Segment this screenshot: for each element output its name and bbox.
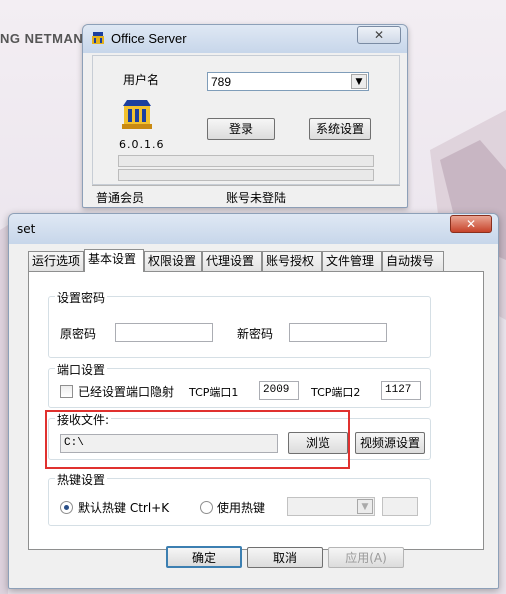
login-button[interactable]: 登录 [207, 118, 275, 140]
default-hotkey-label: 默认热键 Ctrl+K [78, 501, 170, 515]
tcp-port2-field[interactable]: 1127 [381, 381, 421, 400]
tcp-port1-label: TCP端口1 [189, 386, 239, 399]
hotkey-group: 热键设置 默认热键 Ctrl+K 使用热键 ▼ [48, 471, 431, 526]
tab-permission-settings[interactable]: 权限设置 [144, 251, 202, 271]
port-group: 端口设置 已经设置端口隐射 TCP端口1 2009 TCP端口2 1127 [48, 361, 431, 408]
login-body: 用户名 789 ▼ 6.0.1.6 登录 系统设置 [92, 55, 400, 185]
status-member-type: 普通会员 [96, 191, 145, 205]
version-label: 6.0.1.6 [119, 138, 165, 151]
new-password-field[interactable] [289, 323, 387, 342]
password-group-title: 设置密码 [55, 289, 108, 306]
tcp-port1-field[interactable]: 2009 [259, 381, 299, 400]
chevron-down-icon[interactable]: ▼ [351, 74, 367, 89]
video-source-settings-button[interactable]: 视频源设置 [355, 432, 425, 454]
set-dialog: set ✕ 运行选项 基本设置 权限设置 代理设置 账号授权 文件管理 自动拨号… [8, 213, 499, 589]
annotation-highlight-box [45, 410, 350, 469]
old-password-label: 原密码 [60, 327, 97, 341]
ok-button[interactable]: 确定 [166, 546, 242, 568]
login-close-button[interactable]: ✕ [357, 26, 401, 44]
username-label: 用户名 [123, 73, 160, 87]
system-settings-button[interactable]: 系统设置 [309, 118, 371, 140]
port-mapped-label: 已经设置端口隐射 [78, 385, 175, 399]
progress-bar-2 [118, 169, 374, 181]
tab-file-management[interactable]: 文件管理 [322, 251, 382, 271]
hotkey-key-field[interactable] [382, 497, 418, 516]
old-password-field[interactable] [115, 323, 213, 342]
tab-auto-dial[interactable]: 自动拨号 [382, 251, 444, 271]
apply-button[interactable]: 应用(A) [328, 547, 404, 568]
chevron-down-icon[interactable]: ▼ [357, 499, 373, 514]
login-window-titlebar[interactable]: Office Server ✕ [83, 25, 407, 53]
set-close-button[interactable]: ✕ [450, 215, 492, 233]
new-password-label: 新密码 [237, 327, 274, 341]
app-logo-icon [122, 100, 152, 129]
status-bar: 普通会员 账号未登陆 [92, 185, 400, 205]
username-value: 789 [211, 75, 232, 89]
custom-hotkey-radio[interactable] [200, 501, 213, 514]
default-hotkey-radio[interactable] [60, 501, 73, 514]
tab-basic-settings[interactable]: 基本设置 [84, 249, 144, 272]
tab-run-options[interactable]: 运行选项 [28, 251, 84, 271]
hotkey-group-title: 热键设置 [55, 471, 108, 488]
progress-bar-1 [118, 155, 374, 167]
login-window: Office Server ✕ 用户名 789 ▼ 6.0.1.6 登录 系统设… [82, 24, 408, 208]
username-combo[interactable]: 789 ▼ [207, 72, 369, 91]
login-window-title: Office Server [111, 31, 187, 46]
set-dialog-title: set [17, 222, 36, 236]
tcp-port2-label: TCP端口2 [311, 386, 361, 399]
hotkey-combo[interactable]: ▼ [287, 497, 375, 516]
set-dialog-titlebar[interactable]: set ✕ [9, 214, 498, 244]
port-mapped-checkbox[interactable] [60, 385, 73, 398]
office-server-icon [92, 32, 104, 44]
tab-proxy-settings[interactable]: 代理设置 [202, 251, 262, 271]
tab-account-authorization[interactable]: 账号授权 [262, 251, 322, 271]
port-group-title: 端口设置 [55, 361, 108, 378]
status-login-state: 账号未登陆 [226, 191, 287, 205]
cancel-button[interactable]: 取消 [247, 547, 323, 568]
password-group: 设置密码 原密码 新密码 [48, 289, 431, 358]
custom-hotkey-label: 使用热键 [217, 501, 266, 515]
